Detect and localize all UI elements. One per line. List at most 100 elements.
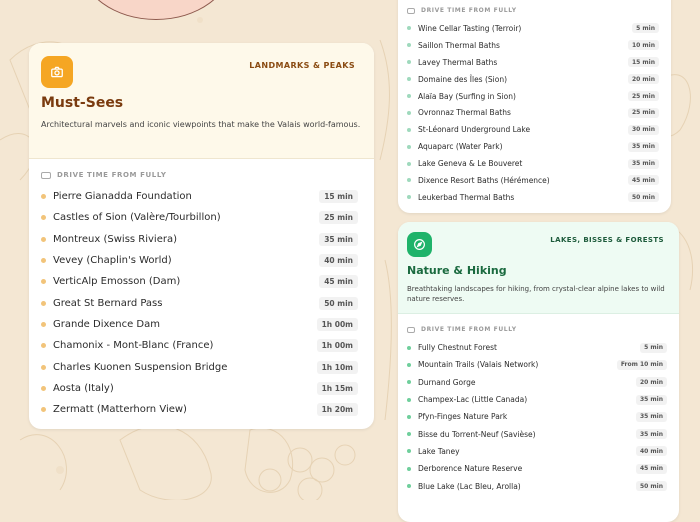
list-item[interactable]: Ovronnaz Thermal Baths 25 min — [398, 104, 671, 121]
item-name: Pfyn-Finges Nature Park — [418, 412, 508, 422]
drive-time-badge: 45 min — [319, 275, 358, 289]
bullet-dot — [407, 127, 411, 132]
item-name: Lake Taney — [418, 446, 460, 456]
bullet-dot — [407, 414, 411, 419]
item-name: Castles of Sion (Valère/Tourbillon) — [53, 212, 221, 224]
bullet-dot — [407, 26, 411, 31]
drive-time-badge: 40 min — [635, 446, 667, 457]
must-sees-drive-label: DRIVE TIME FROM FULLY — [41, 171, 167, 179]
bullet-dot — [407, 161, 411, 166]
compass-icon — [407, 232, 432, 257]
drive-time-badge: 40 min — [319, 254, 358, 268]
list-item[interactable]: Fully Chestnut Forest 5 min — [398, 339, 679, 356]
bullet-dot — [407, 345, 411, 350]
drive-time-badge: 15 min — [627, 57, 659, 68]
item-name: Chamonix - Mont-Blanc (France) — [53, 340, 214, 352]
item-name: Charles Kuonen Suspension Bridge — [53, 361, 228, 373]
drive-time-badge: 50 min — [627, 192, 659, 203]
bullet-dot — [41, 321, 46, 327]
list-item[interactable]: Leukerbad Thermal Baths 50 min — [398, 189, 671, 206]
item-name: VerticAlp Emosson (Dam) — [53, 276, 181, 288]
list-item[interactable]: Great St Bernard Pass 50 min — [29, 292, 374, 313]
list-item[interactable]: Dixence Resort Baths (Hérémence) 45 min — [398, 172, 671, 189]
nature-title: Nature & Hiking — [407, 264, 507, 277]
list-item[interactable]: Zermatt (Matterhorn View) 1h 20m — [29, 399, 374, 420]
item-name: Aosta (Italy) — [53, 382, 114, 394]
bullet-dot — [407, 432, 411, 437]
list-item[interactable]: Montreux (Swiss Riviera) 35 min — [29, 229, 374, 250]
list-item[interactable]: St-Léonard Underground Lake 30 min — [398, 121, 671, 138]
list-item[interactable]: Wine Cellar Tasting (Terroir) 5 min — [398, 20, 671, 37]
drive-time-badge: 5 min — [640, 342, 667, 353]
drive-label-text: DRIVE TIME FROM FULLY — [57, 171, 167, 179]
list-item[interactable]: Grande Dixence Dam 1h 00m — [29, 314, 374, 335]
list-item[interactable]: VerticAlp Emosson (Dam) 45 min — [29, 271, 374, 292]
nature-category: LAKES, BISSES & FORESTS — [550, 236, 664, 244]
bullet-dot — [41, 279, 46, 285]
list-item[interactable]: Lake Taney 40 min — [398, 443, 679, 460]
drive-time-badge: 20 min — [627, 74, 659, 85]
list-item[interactable]: Chamonix - Mont-Blanc (France) 1h 00m — [29, 335, 374, 356]
must-sees-description: Architectural marvels and iconic viewpoi… — [41, 120, 361, 129]
list-item[interactable]: Aosta (Italy) 1h 15m — [29, 378, 374, 399]
wellness-card: DRIVE TIME FROM FULLY Wine Cellar Tastin… — [398, 0, 671, 213]
nature-card: LAKES, BISSES & FORESTS Nature & Hiking … — [398, 222, 679, 522]
list-item[interactable]: Lake Geneva & Le Bouveret 35 min — [398, 155, 671, 172]
list-item[interactable]: Pierre Gianadda Foundation 15 min — [29, 186, 374, 207]
list-item[interactable]: Durnand Gorge 20 min — [398, 374, 679, 391]
drive-time-badge: 35 min — [319, 232, 358, 246]
drive-time-badge: 35 min — [627, 158, 659, 169]
drive-time-badge: 15 min — [319, 190, 358, 204]
bullet-dot — [41, 343, 46, 349]
item-name: Lake Geneva & Le Bouveret — [418, 159, 523, 169]
drive-time-badge: 1h 10m — [316, 360, 358, 374]
list-item[interactable]: Charles Kuonen Suspension Bridge 1h 10m — [29, 356, 374, 377]
list-item[interactable]: Mountain Trails (Valais Network) From 10 … — [398, 356, 679, 373]
item-name: Lavey Thermal Baths — [418, 57, 498, 67]
item-name: Domaine des Îles (Sion) — [418, 74, 508, 84]
bullet-dot — [407, 484, 411, 489]
list-item[interactable]: Champex-Lac (Little Canada) 35 min — [398, 391, 679, 408]
drive-time-badge: 30 min — [627, 124, 659, 135]
list-item[interactable]: Derborence Nature Reserve 45 min — [398, 460, 679, 477]
drive-time-badge: 25 min — [627, 91, 659, 101]
drive-time-badge: 45 min — [627, 175, 659, 186]
bullet-dot — [407, 110, 411, 115]
list-item[interactable]: Domaine des Îles (Sion) 20 min — [398, 71, 671, 88]
drive-time-badge: 10 min — [627, 40, 659, 51]
list-item[interactable]: Lavey Thermal Baths 15 min — [398, 54, 671, 71]
item-name: Saillon Thermal Baths — [418, 40, 500, 50]
bullet-dot — [41, 300, 46, 306]
item-name: Alaïa Bay (Surfing in Sion) — [418, 91, 516, 101]
bullet-dot — [407, 43, 411, 48]
item-name: Zermatt (Matterhorn View) — [53, 404, 187, 416]
drive-time-badge: 35 min — [635, 394, 667, 405]
item-name: Dixence Resort Baths (Hérémence) — [418, 175, 550, 185]
drive-label-text: DRIVE TIME FROM FULLY — [421, 7, 517, 14]
wellness-drive-label: DRIVE TIME FROM FULLY — [407, 7, 517, 14]
list-item[interactable]: Bisse du Torrent-Neuf (Savièse) 35 min — [398, 425, 679, 442]
drive-time-badge: 35 min — [635, 429, 667, 440]
item-name: Champex-Lac (Little Canada) — [418, 395, 528, 405]
item-name: St-Léonard Underground Lake — [418, 125, 531, 135]
bullet-dot — [407, 77, 411, 82]
item-name: Aquaparc (Water Park) — [418, 142, 503, 152]
item-name: Bisse du Torrent-Neuf (Savièse) — [418, 429, 536, 439]
nature-list: Fully Chestnut Forest 5 min Mountain Trai… — [398, 339, 679, 495]
item-name: Montreux (Swiss Riviera) — [53, 233, 178, 245]
camera-icon — [41, 56, 73, 88]
drive-time-badge: From 10 min — [616, 359, 667, 370]
list-item[interactable]: Aquaparc (Water Park) 35 min — [398, 138, 671, 155]
drive-time-badge: 1h 00m — [316, 317, 358, 331]
item-name: Great St Bernard Pass — [53, 297, 163, 309]
list-item[interactable]: Blue Lake (Lac Bleu, Arolla) 50 min — [398, 477, 679, 494]
list-item[interactable]: Saillon Thermal Baths 10 min — [398, 37, 671, 54]
list-item[interactable]: Alaïa Bay (Surfing in Sion) 25 min — [398, 88, 671, 105]
list-item[interactable]: Vevey (Chaplin's World) 40 min — [29, 250, 374, 271]
item-name: Ovronnaz Thermal Baths — [418, 108, 511, 118]
item-name: Grande Dixence Dam — [53, 318, 160, 330]
bullet-dot — [407, 144, 411, 149]
list-item[interactable]: Castles of Sion (Valère/Tourbillon) 25 mi… — [29, 207, 374, 228]
drive-time-badge: 25 min — [319, 211, 358, 225]
list-item[interactable]: Pfyn-Finges Nature Park 35 min — [398, 408, 679, 425]
